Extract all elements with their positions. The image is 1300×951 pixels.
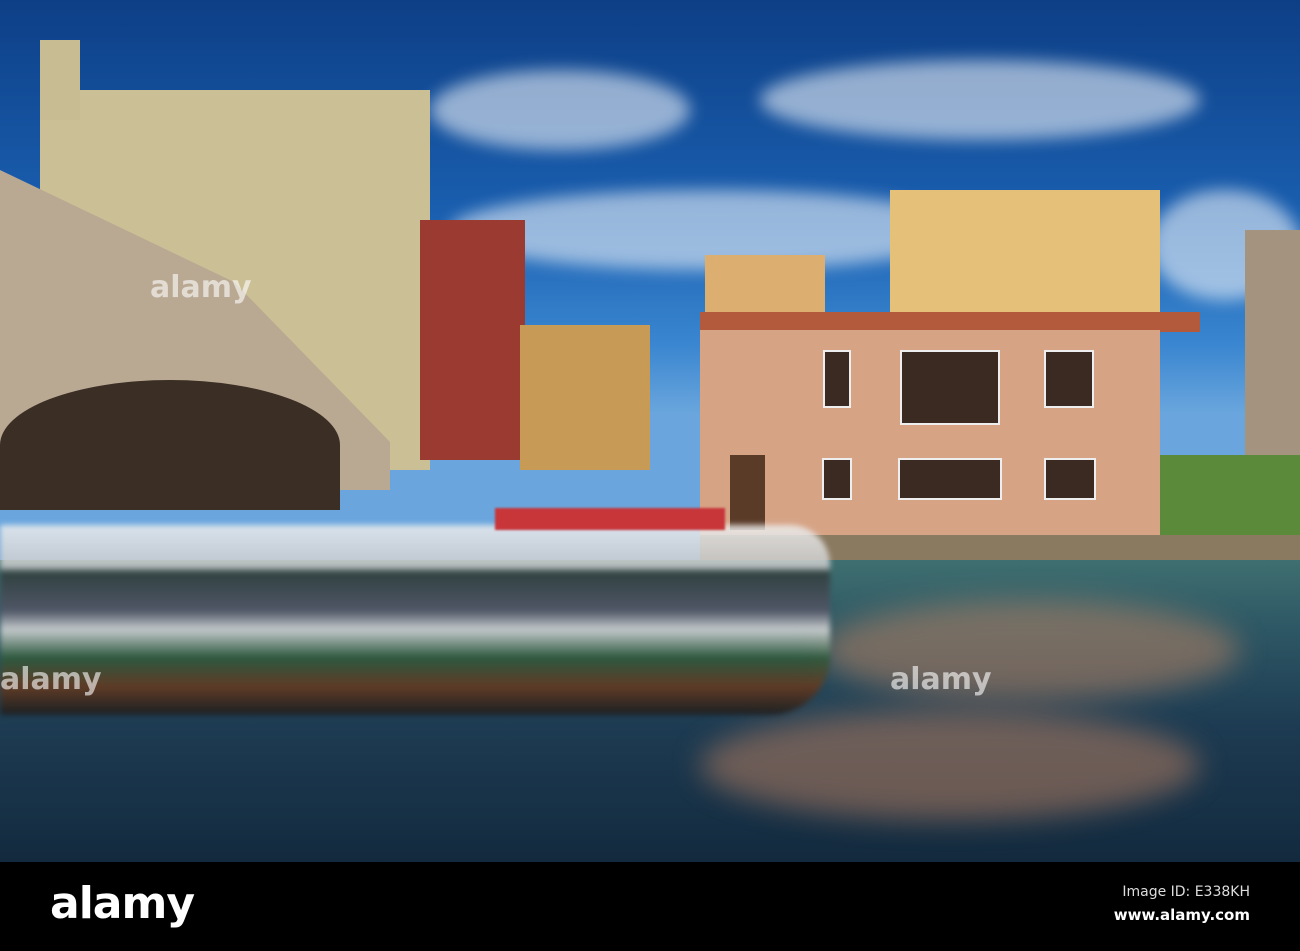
building-distant [520,325,650,470]
watermark: alamy [0,662,102,697]
cloud [430,70,690,150]
image-id: Image ID: E338KH [1122,884,1250,900]
window [1044,350,1094,408]
window [823,350,851,408]
boat-stop [495,508,725,530]
window [822,458,852,500]
chimney [40,40,80,120]
building-yellow [890,190,1160,330]
footer-bar [0,862,1300,951]
cloud [760,60,1200,140]
roof [700,312,1200,332]
building-far-right [1245,230,1300,455]
bridge-arch [0,380,340,510]
window [900,350,1000,425]
alamy-logo: alamy [50,878,195,929]
window [898,458,1002,500]
building-red [420,220,525,460]
photo: alamy alamy alamy [0,0,1300,862]
watermark: alamy [150,270,252,305]
vaporetto-boat [0,525,830,715]
door [730,455,765,530]
watermark: alamy [890,662,992,697]
garden [1160,455,1300,540]
site-url: www.alamy.com [1113,906,1250,924]
window [1044,458,1096,500]
